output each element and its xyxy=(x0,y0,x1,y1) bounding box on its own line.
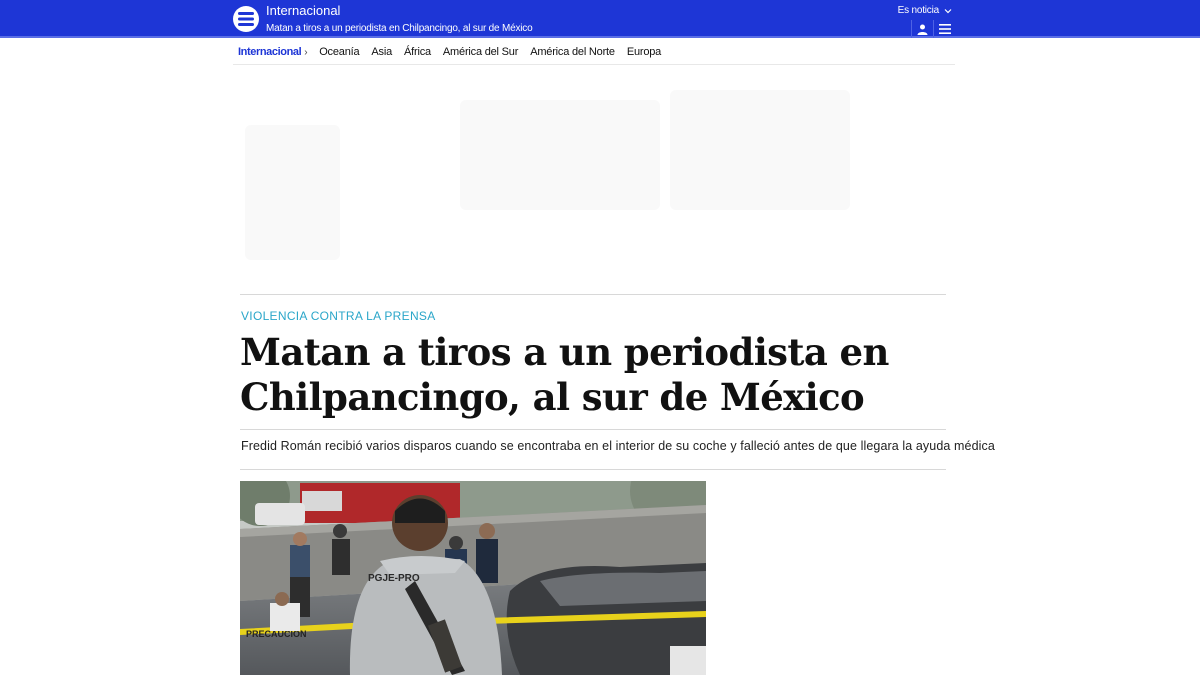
article-lead-photo[interactable]: PRECAUCION PGJE-PRO xyxy=(240,481,706,675)
subnav-item-africa[interactable]: África xyxy=(404,46,431,58)
chevron-right-icon: › xyxy=(304,46,308,58)
divider xyxy=(240,469,946,470)
vest-text: PGJE-PRO xyxy=(368,573,420,584)
ad-ghost xyxy=(460,100,660,210)
ad-ghost xyxy=(670,90,850,210)
ad-placeholder xyxy=(240,70,946,290)
chevron-down-icon xyxy=(944,9,952,14)
es-noticia-label: Es noticia xyxy=(897,5,940,16)
subnav-item-america-del-sur[interactable]: América del Sur xyxy=(443,46,518,58)
crime-scene-photo: PRECAUCION PGJE-PRO xyxy=(240,481,706,675)
subnav-item-oceania[interactable]: Oceanía xyxy=(319,46,359,58)
user-button[interactable] xyxy=(911,20,933,38)
top-bar-inner: Internacional Matan a tiros a un periodi… xyxy=(233,0,955,38)
es-noticia-dropdown[interactable]: Es noticia xyxy=(898,4,953,18)
headline-line-2: Chilpancingo, al sur de México xyxy=(240,375,865,419)
section-nav: Internacional › Oceanía Asia África Amér… xyxy=(233,40,955,65)
article-subtitle: Fredid Román recibió varios disparos cua… xyxy=(241,439,995,453)
menu-button[interactable] xyxy=(933,20,955,38)
topbar-headline: Matan a tiros a un periodista en Chilpan… xyxy=(266,23,533,34)
divider xyxy=(240,429,946,430)
subnav-item-europa[interactable]: Europa xyxy=(627,46,661,58)
user-icon xyxy=(917,24,928,35)
article-headline: Matan a tiros a un periodista en Chilpan… xyxy=(240,330,946,420)
subnav-current-section[interactable]: Internacional › xyxy=(238,46,308,58)
logo-menu-icon[interactable] xyxy=(233,6,259,32)
subnav-item-asia[interactable]: Asia xyxy=(371,46,392,58)
headline-line-1: Matan a tiros a un periodista en xyxy=(240,330,889,374)
subnav-current-label: Internacional xyxy=(238,46,302,58)
section-title[interactable]: Internacional xyxy=(266,3,340,19)
subnav-item-america-del-norte[interactable]: América del Norte xyxy=(530,46,615,58)
ad-ghost xyxy=(245,125,340,260)
divider xyxy=(240,294,946,295)
top-bar: Internacional Matan a tiros a un periodi… xyxy=(0,0,1200,38)
hamburger-icon xyxy=(938,24,951,34)
article-kicker[interactable]: VIOLENCIA CONTRA LA PRENSA xyxy=(241,309,436,323)
